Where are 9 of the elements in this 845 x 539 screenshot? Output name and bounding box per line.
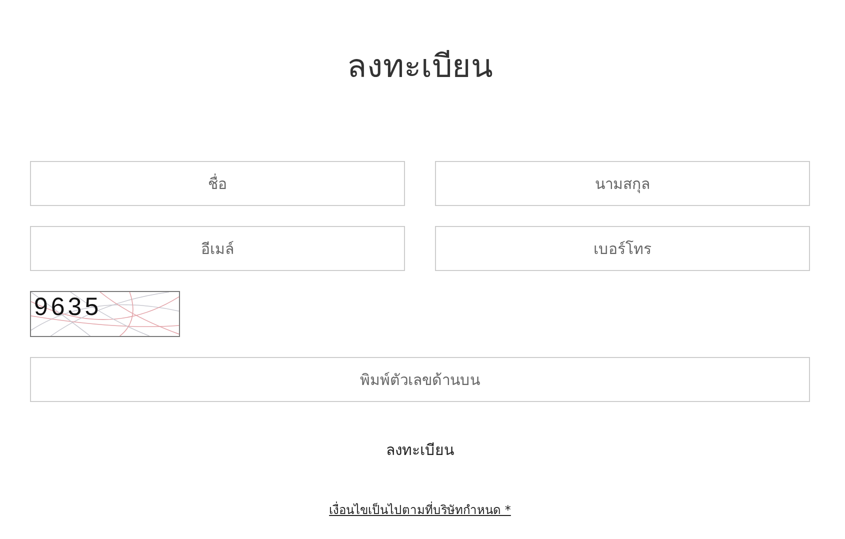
input-field[interactable]: อีเมล์ (30, 226, 405, 271)
terms-link[interactable]: เงื่อนไขเป็นไปตามที่บริษัทกำหนด * (329, 500, 511, 519)
captcha-field[interactable]: พิมพ์ตัวเลขด้านบน (30, 357, 810, 402)
captcha-image: 9635 (30, 291, 180, 337)
register-button[interactable]: ลงทะเบียน (378, 434, 462, 466)
input-field[interactable]: นามสกุล (435, 161, 810, 206)
input-field[interactable]: เบอร์โทร (435, 226, 810, 271)
input-field[interactable]: ชื่อ (30, 161, 405, 206)
page-title: ลงทะเบียน (347, 46, 493, 87)
